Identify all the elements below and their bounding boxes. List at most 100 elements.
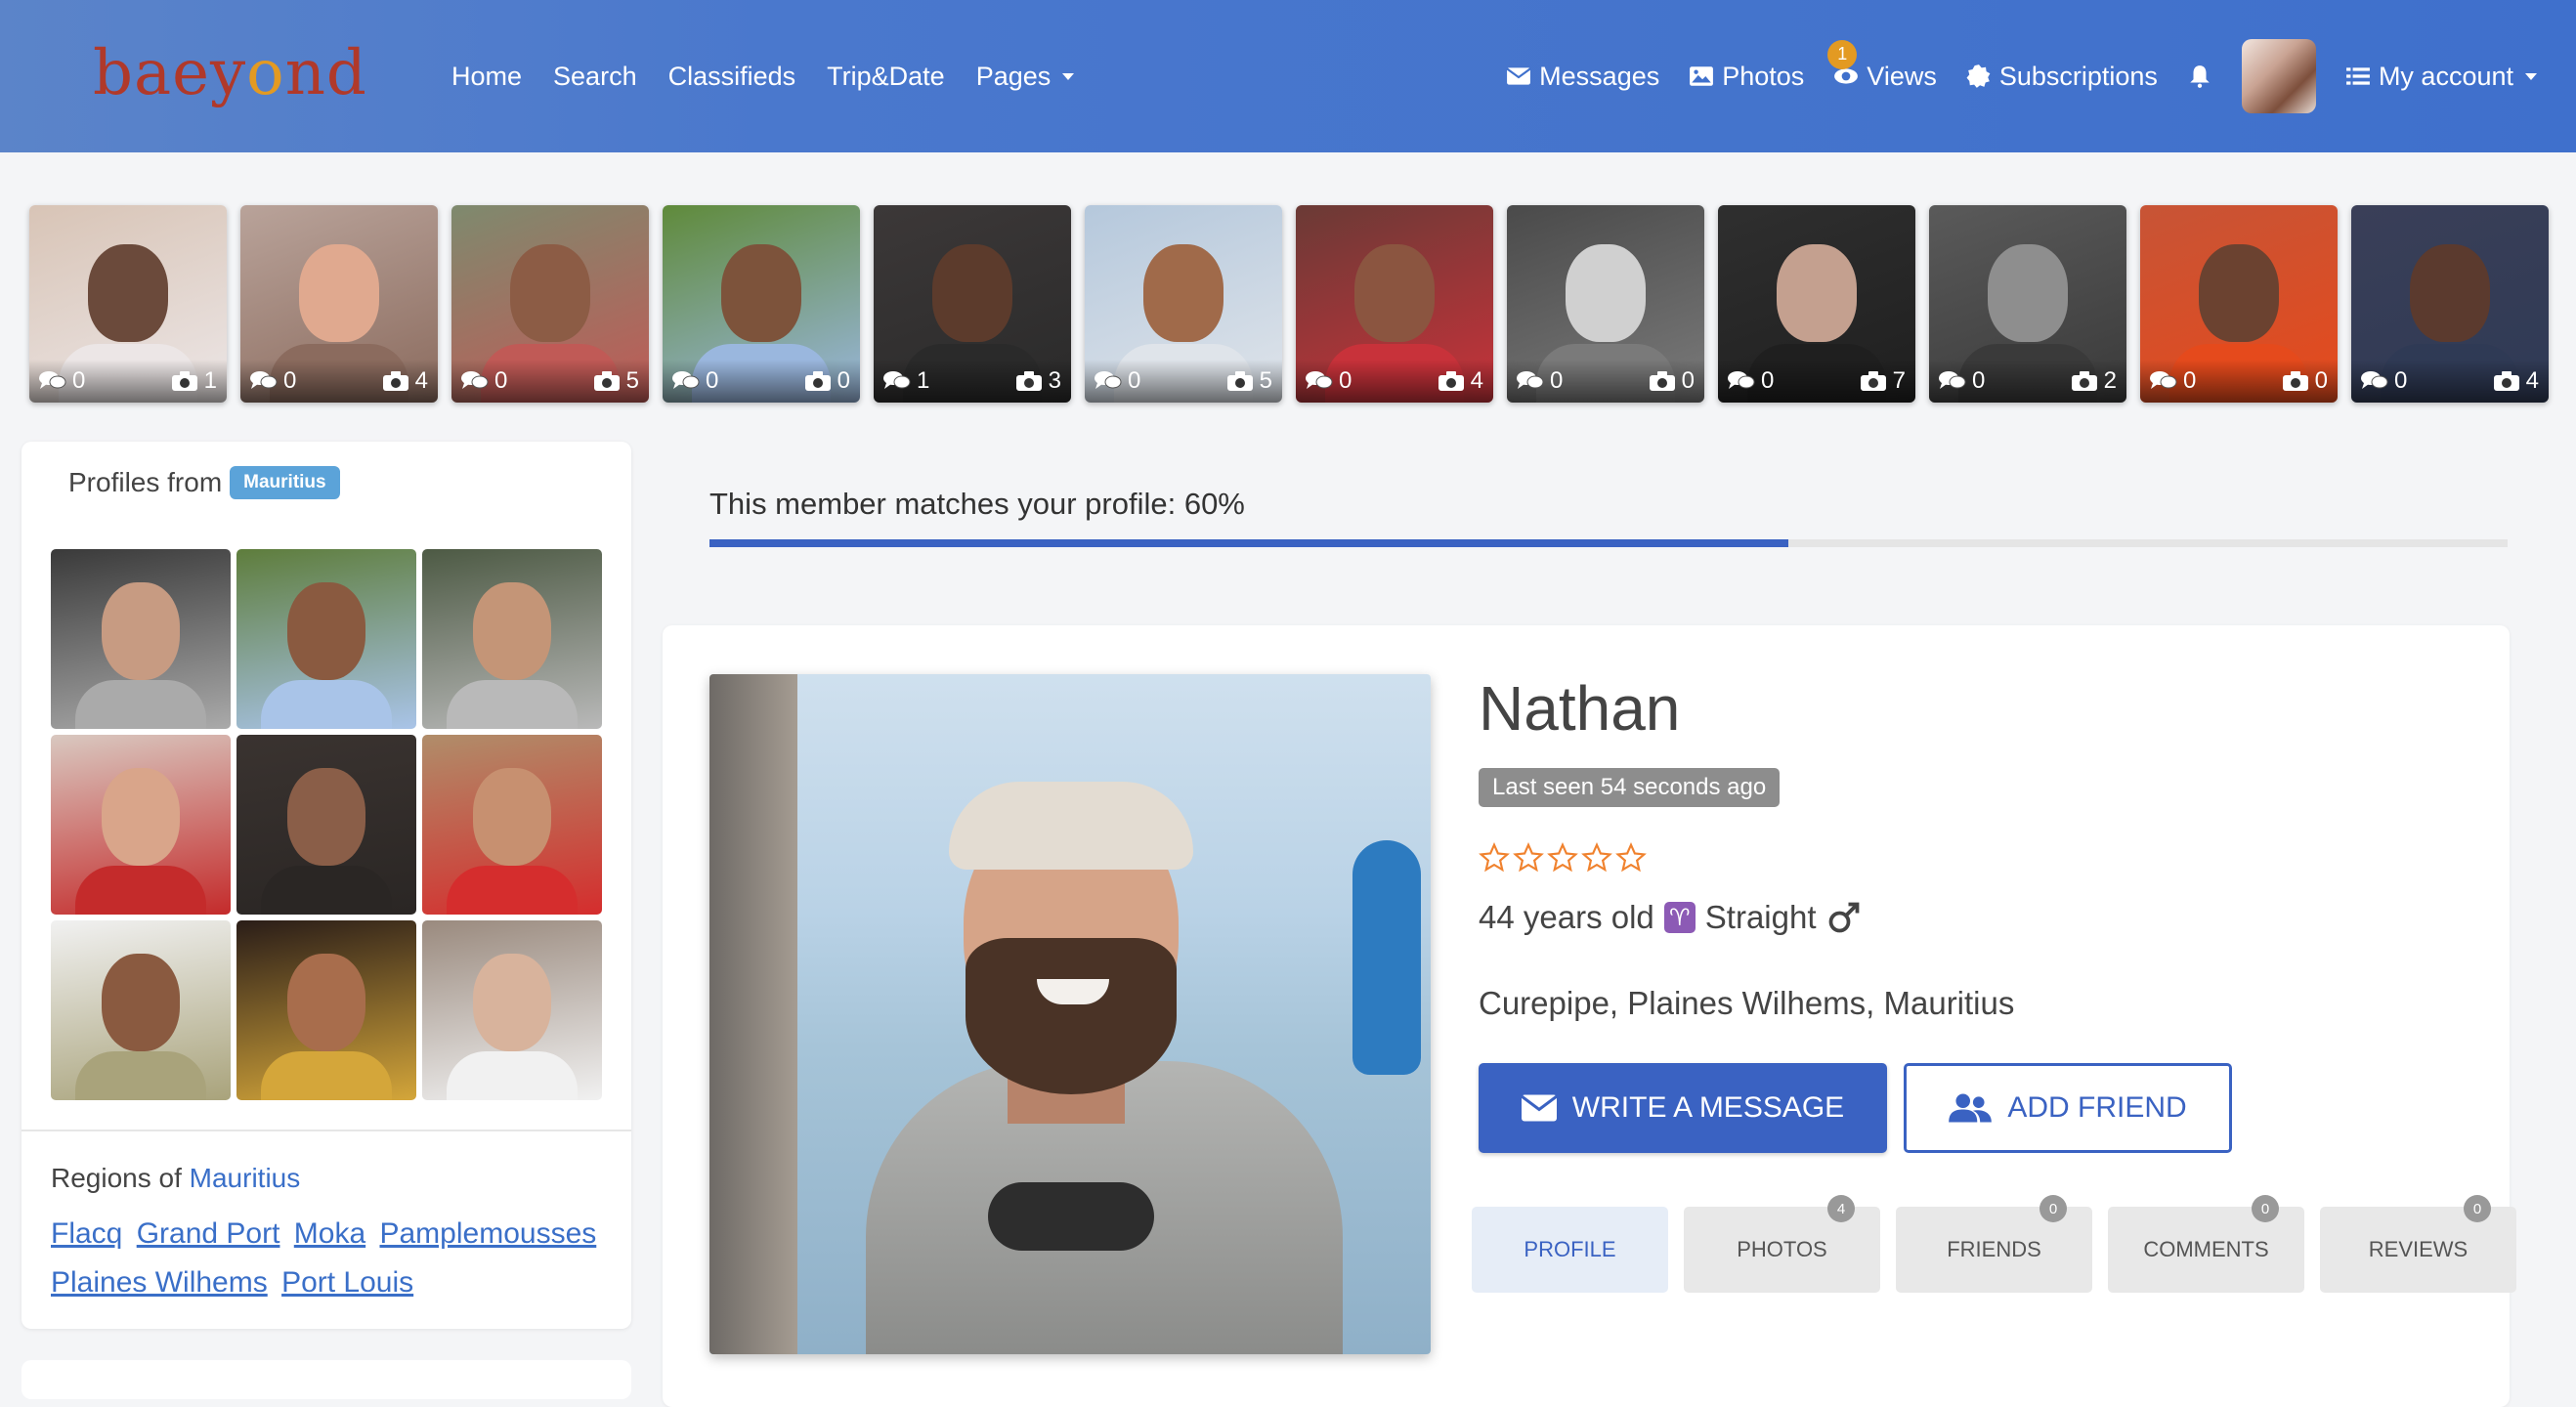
region-link[interactable]: Plaines Wilhems — [51, 1266, 268, 1299]
rating-stars[interactable] — [1479, 842, 1647, 874]
last-seen-badge: Last seen 54 seconds ago — [1479, 768, 1781, 807]
orientation-text: Straight — [1704, 899, 1817, 935]
region-link[interactable]: Flacq — [51, 1217, 122, 1250]
thumbnail-counts: 00 — [663, 360, 860, 403]
nav-classifieds[interactable]: Classifieds — [668, 62, 796, 92]
logo-text-1: baey — [93, 37, 247, 109]
country-chip[interactable]: Mauritius — [230, 466, 340, 499]
tab-comments[interactable]: 0 COMMENTS — [2108, 1195, 2304, 1293]
site-logo[interactable]: baeyond — [93, 37, 367, 109]
profile-name: Nathan — [1479, 673, 1681, 744]
comments-count: 0 — [2150, 367, 2196, 395]
regions-list: Flacq Grand Port Moka Pamplemousses Plai… — [51, 1210, 608, 1307]
member-thumbnail[interactable]: 04 — [2351, 205, 2549, 403]
notifications-bell[interactable] — [2187, 64, 2212, 89]
photos-count: 0 — [804, 367, 850, 395]
my-account-dropdown[interactable]: My account — [2345, 62, 2537, 92]
photos-count: 4 — [2493, 367, 2539, 395]
profile-photo[interactable] — [709, 674, 1431, 1354]
tab-profile[interactable]: PROFILE — [1472, 1207, 1668, 1293]
comments-icon — [1939, 371, 1966, 389]
nav-home[interactable]: Home — [451, 62, 522, 92]
tab-reviews[interactable]: 0 REVIEWS — [2320, 1195, 2516, 1293]
comments-count: 0 — [39, 367, 85, 395]
nav-views[interactable]: 1 Views — [1827, 39, 1937, 92]
member-thumbnail[interactable]: 05 — [1085, 205, 1282, 403]
comments-count: 0 — [250, 367, 296, 395]
camera-icon — [804, 371, 831, 391]
thumbnail-counts: 00 — [1507, 360, 1704, 403]
envelope-icon — [1506, 67, 1531, 85]
member-thumbnail[interactable]: 05 — [451, 205, 649, 403]
comments-icon — [1517, 371, 1544, 389]
region-link[interactable]: Pamplemousses — [379, 1217, 596, 1250]
member-thumbnail[interactable]: 00 — [663, 205, 860, 403]
region-link[interactable]: Port Louis — [281, 1266, 413, 1299]
tab-photos[interactable]: 4 PHOTOS — [1684, 1195, 1880, 1293]
nav-subscriptions-label: Subscriptions — [1998, 61, 2158, 91]
views-count-badge: 1 — [1827, 39, 1858, 69]
photos-count: 4 — [1438, 367, 1483, 395]
profile-thumbnail[interactable] — [51, 549, 231, 729]
comments-count: 0 — [1939, 367, 1985, 395]
sidebar-card-next — [21, 1360, 631, 1399]
region-link[interactable]: Grand Port — [137, 1217, 280, 1250]
profile-thumbnail[interactable] — [422, 549, 602, 729]
top-navbar: baeyond Home Search Classifieds Trip&Dat… — [0, 0, 2576, 152]
member-thumbnail[interactable]: 01 — [29, 205, 227, 403]
match-percentage-text: This member matches your profile: 60% — [709, 487, 1245, 521]
star-icon[interactable] — [1547, 842, 1578, 874]
tab-label: FRIENDS — [1947, 1237, 2041, 1261]
comments-count: 0 — [461, 367, 507, 395]
nav-pages-dropdown[interactable]: Pages — [976, 62, 1075, 92]
profile-thumbnail[interactable] — [51, 735, 231, 915]
comments-icon — [2361, 371, 2388, 389]
profile-thumbnail[interactable] — [236, 920, 416, 1100]
member-thumbnail[interactable]: 04 — [240, 205, 438, 403]
profile-thumbnail[interactable] — [422, 920, 602, 1100]
profile-thumbnail[interactable] — [236, 735, 416, 915]
tab-label: PHOTOS — [1737, 1237, 1827, 1261]
member-thumbnail[interactable]: 04 — [1296, 205, 1493, 403]
star-icon[interactable] — [1615, 842, 1647, 874]
country-link[interactable]: Mauritius — [190, 1163, 301, 1193]
star-icon[interactable] — [1513, 842, 1544, 874]
thumbnail-counts: 04 — [240, 360, 438, 403]
add-friend-button[interactable]: ADD FRIEND — [1904, 1063, 2232, 1153]
profile-thumbnail[interactable] — [236, 549, 416, 729]
star-icon[interactable] — [1581, 842, 1612, 874]
list-icon — [2346, 67, 2370, 85]
thumbnail-counts: 04 — [2351, 360, 2549, 403]
age-text: 44 years old — [1479, 899, 1654, 935]
profile-thumbnail[interactable] — [422, 735, 602, 915]
comments-icon — [1306, 371, 1333, 389]
nav-tripdate[interactable]: Trip&Date — [827, 62, 945, 92]
tab-label: COMMENTS — [2143, 1237, 2269, 1261]
star-icon[interactable] — [1479, 842, 1510, 874]
profiles-grid — [51, 549, 602, 1100]
nav-subscriptions[interactable]: Subscriptions — [1966, 62, 2158, 92]
member-thumbnail[interactable]: 07 — [1718, 205, 1915, 403]
match-progress-fill — [709, 539, 1788, 547]
comments-icon — [250, 371, 278, 389]
camera-icon — [1226, 371, 1253, 391]
photos-count: 2 — [2071, 367, 2117, 395]
member-thumbnail[interactable]: 00 — [2140, 205, 2338, 403]
nav-search[interactable]: Search — [553, 62, 637, 92]
member-thumbnail[interactable]: 02 — [1929, 205, 2126, 403]
thumbnail-counts: 01 — [29, 360, 227, 403]
profile-details: 44 years old ♈ Straight — [1479, 899, 1862, 936]
comments-count: 0 — [1306, 367, 1352, 395]
profile-thumbnail[interactable] — [51, 920, 231, 1100]
region-link[interactable]: Moka — [294, 1217, 365, 1250]
tab-label: REVIEWS — [2368, 1237, 2469, 1261]
nav-photos[interactable]: Photos — [1689, 62, 1804, 92]
member-thumbnail[interactable]: 13 — [874, 205, 1071, 403]
camera-icon — [2282, 371, 2308, 391]
write-message-button[interactable]: WRITE A MESSAGE — [1479, 1063, 1887, 1153]
member-thumbnail[interactable]: 00 — [1507, 205, 1704, 403]
nav-messages[interactable]: Messages — [1506, 62, 1659, 92]
tab-friends[interactable]: 0 FRIENDS — [1896, 1195, 2092, 1293]
user-avatar[interactable] — [2241, 39, 2316, 113]
my-account-label: My account — [2378, 61, 2513, 91]
